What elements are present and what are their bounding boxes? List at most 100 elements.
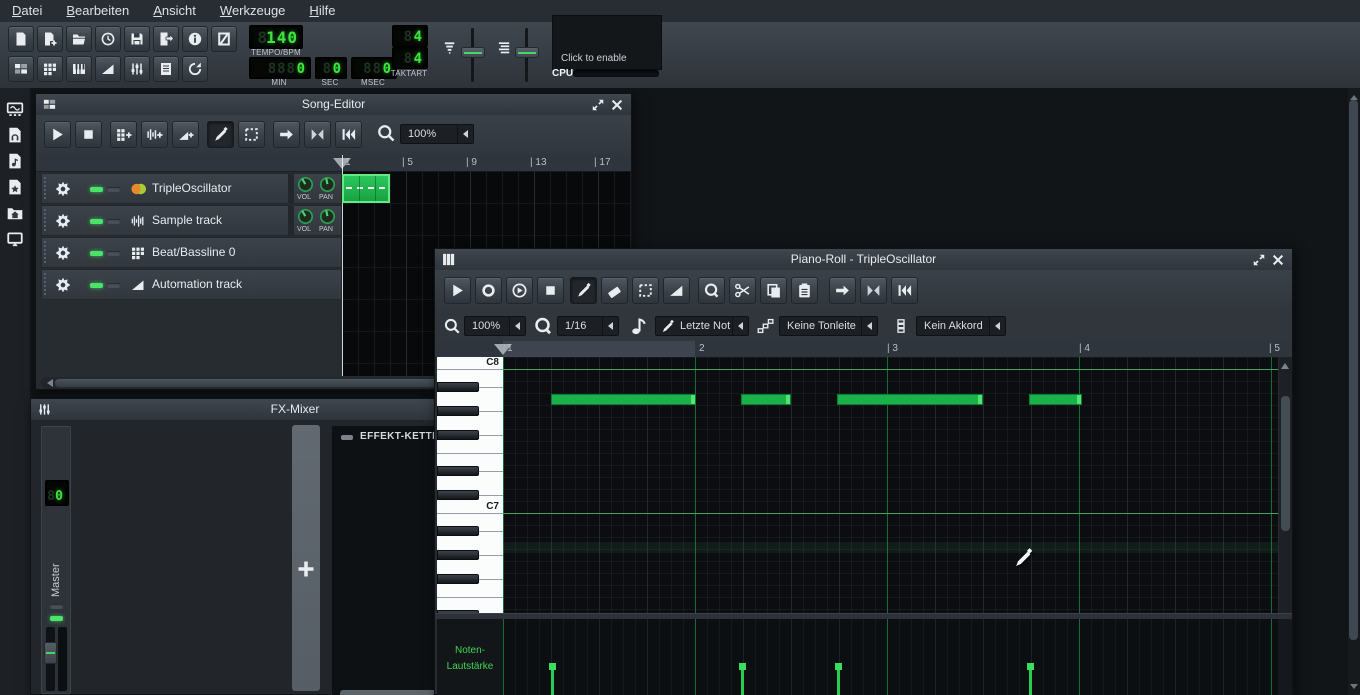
workspace-scroll-thumb[interactable] xyxy=(1349,100,1358,640)
track-name[interactable]: Automation track xyxy=(152,277,242,291)
controller-rack-toggle-button[interactable] xyxy=(182,56,208,82)
pan-knob[interactable] xyxy=(317,174,337,194)
piano-key-black[interactable] xyxy=(437,406,479,416)
master-fader-handle[interactable] xyxy=(44,642,57,664)
piano-roll-toggle-button[interactable] xyxy=(66,56,92,82)
scroll-down-icon[interactable] xyxy=(1350,684,1358,693)
pan-knob[interactable] xyxy=(317,206,337,226)
scroll-up-icon[interactable] xyxy=(1350,91,1358,100)
track-row-automation[interactable]: Automation track xyxy=(41,269,342,300)
pr-play-button[interactable] xyxy=(444,277,471,304)
export-project-button[interactable] xyxy=(153,26,179,52)
menu-hilfe[interactable]: Hilfe xyxy=(297,0,347,22)
se-add-automation-track-button[interactable] xyxy=(172,121,199,148)
track-mute-led[interactable] xyxy=(90,283,103,288)
pr-loop-points-toggle[interactable] xyxy=(860,277,887,304)
se-play-button[interactable] xyxy=(44,121,71,148)
track-name[interactable]: Beat/Bassline 0 xyxy=(152,245,235,259)
dropdown-arrow-icon[interactable] xyxy=(989,317,1005,335)
pr-copy-button[interactable] xyxy=(760,277,787,304)
pr-record-button[interactable] xyxy=(475,277,502,304)
menu-werkzeuge[interactable]: Werkzeuge xyxy=(208,0,298,22)
maximize-icon[interactable] xyxy=(1252,253,1266,267)
se-draw-mode-button[interactable] xyxy=(207,121,234,148)
pr-autoscroll-toggle[interactable] xyxy=(829,277,856,304)
pr-detune-mode-button[interactable] xyxy=(663,277,690,304)
fx-mixer-toggle-button[interactable] xyxy=(124,56,150,82)
midi-note-A7[interactable] xyxy=(1029,394,1082,405)
track-name[interactable]: TripleOscillator xyxy=(152,181,232,195)
menu-datei[interactable]: Datei xyxy=(0,0,54,22)
track-solo-led[interactable] xyxy=(107,219,120,224)
master-solo-led[interactable] xyxy=(50,604,63,609)
dropdown-arrow-icon[interactable] xyxy=(457,125,473,143)
maximize-icon[interactable] xyxy=(591,98,605,112)
pr-scale-dropdown[interactable]: Keine Tonleite xyxy=(779,316,878,336)
track-mute-led[interactable] xyxy=(90,219,103,224)
pr-quantize-button[interactable] xyxy=(698,277,725,304)
gear-icon[interactable] xyxy=(54,276,72,294)
piano-key-black[interactable] xyxy=(437,526,479,536)
dropdown-arrow-icon[interactable] xyxy=(861,317,877,335)
velocity-handle[interactable] xyxy=(739,663,746,670)
add-channel-button[interactable] xyxy=(292,425,320,691)
pr-cut-button[interactable] xyxy=(729,277,756,304)
piano-roll-titlebar[interactable]: Piano-Roll - TripleOscillator xyxy=(435,249,1292,271)
master-pitch-handle[interactable] xyxy=(515,47,539,58)
master-mute-led[interactable] xyxy=(50,616,63,621)
piano-key-black[interactable] xyxy=(437,382,479,392)
master-channel-strip[interactable]: 8 0 Master xyxy=(41,426,71,694)
pr-record-play-button[interactable] xyxy=(506,277,533,304)
automation-editor-toggle-button[interactable] xyxy=(95,56,121,82)
close-icon[interactable] xyxy=(1271,253,1285,267)
se-stop-button[interactable] xyxy=(75,121,102,148)
new-project-button[interactable] xyxy=(8,26,34,52)
dropdown-arrow-icon[interactable] xyxy=(732,317,748,335)
pr-note-grid[interactable] xyxy=(503,357,1278,613)
pr-q-dropdown[interactable]: 1/16 xyxy=(557,316,619,336)
pr-zoom-dropdown[interactable]: 100% xyxy=(464,316,526,336)
track-grip[interactable] xyxy=(43,208,48,233)
master-volume-handle[interactable] xyxy=(461,47,485,58)
se-add-bb-track-button[interactable] xyxy=(110,121,137,148)
piano-key-black[interactable] xyxy=(437,550,479,560)
pr-stop-button[interactable] xyxy=(537,277,564,304)
pr-select-mode-button[interactable] xyxy=(632,277,659,304)
track-name[interactable]: Sample track xyxy=(152,213,222,227)
piano-key-black[interactable] xyxy=(437,430,479,440)
se-stop-behaviour-button[interactable] xyxy=(335,121,362,148)
track-solo-led[interactable] xyxy=(107,283,120,288)
track-solo-led[interactable] xyxy=(107,251,120,256)
track-mute-led[interactable] xyxy=(90,251,103,256)
piano-key-black[interactable] xyxy=(437,466,479,476)
velocity-handle[interactable] xyxy=(549,663,556,670)
se-timeline[interactable]: 1 | 5 | 9 | 13 | 17 xyxy=(36,155,631,172)
track-row-tripleoscillator[interactable]: TripleOscillator VOL PAN xyxy=(41,173,342,204)
menu-bearbeiten[interactable]: Bearbeiten xyxy=(54,0,141,22)
song-editor-toggle-button[interactable] xyxy=(8,56,34,82)
piano-keyboard[interactable]: C8 C7 xyxy=(437,357,503,613)
pr-erase-mode-button[interactable] xyxy=(601,277,628,304)
track-row-bb[interactable]: Beat/Bassline 0 xyxy=(41,237,342,268)
sidebar-presets-icon[interactable] xyxy=(6,152,24,170)
song-editor-titlebar[interactable]: Song-Editor xyxy=(36,94,631,116)
midi-note-A7[interactable] xyxy=(741,394,791,405)
pr-paste-button[interactable] xyxy=(791,277,818,304)
bb-editor-toggle-button[interactable] xyxy=(37,56,63,82)
close-icon[interactable] xyxy=(610,98,624,112)
velocity-handle[interactable] xyxy=(1027,663,1034,670)
pr-timeline[interactable]: 1 2 | 3 | 4 | 5 xyxy=(435,341,1292,358)
piano-key-black[interactable] xyxy=(437,490,479,500)
scroll-up-icon[interactable] xyxy=(1281,359,1289,369)
sidebar-home-icon[interactable] xyxy=(6,204,24,222)
se-add-sample-track-button[interactable] xyxy=(141,121,168,148)
track-mute-led[interactable] xyxy=(90,187,103,192)
gear-icon[interactable] xyxy=(54,244,72,262)
velocity-handle[interactable] xyxy=(835,663,842,670)
whats-this-button[interactable] xyxy=(211,26,237,52)
midi-note-A7[interactable] xyxy=(837,394,983,405)
sidebar-computer-icon[interactable] xyxy=(6,230,24,248)
track-grip[interactable] xyxy=(43,176,48,201)
dropdown-arrow-icon[interactable] xyxy=(602,317,618,335)
pr-chord-dropdown[interactable]: Kein Akkord xyxy=(916,316,1006,336)
